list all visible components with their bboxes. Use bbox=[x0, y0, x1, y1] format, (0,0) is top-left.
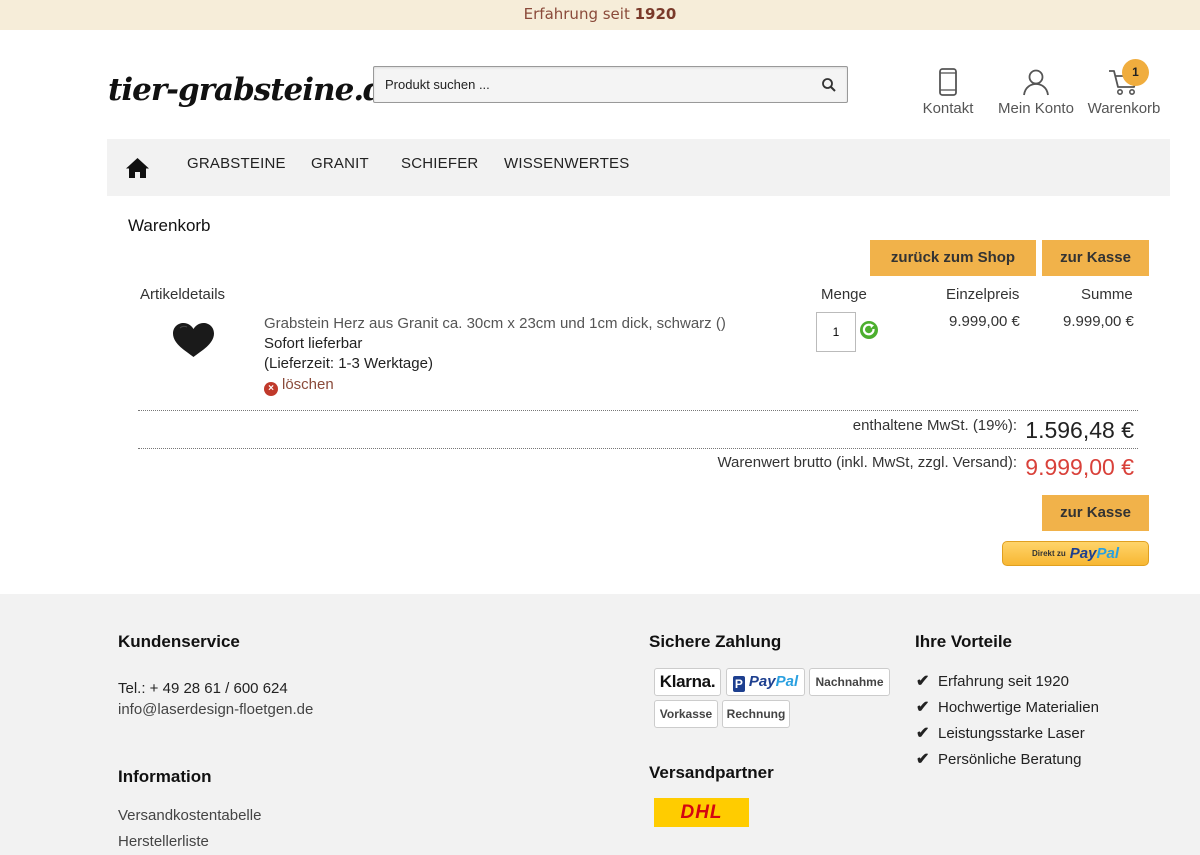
check-icon: ✔ bbox=[916, 751, 930, 768]
delete-item-link[interactable]: × löschen bbox=[264, 376, 334, 396]
paypal-prefix: Direkt zu bbox=[1031, 549, 1066, 558]
benefit-text: Persönliche Beratung bbox=[938, 751, 1082, 768]
paypal-express-button[interactable]: Direkt zu PayPal bbox=[1002, 541, 1149, 566]
page-title: Warenkorb bbox=[128, 216, 211, 235]
line-sum: 9.999,00 € bbox=[1063, 313, 1134, 330]
prepayment-badge: Vorkasse bbox=[654, 700, 718, 728]
cash-on-delivery-badge: Nachnahme bbox=[809, 668, 890, 696]
contact-label: Kontakt bbox=[922, 100, 974, 117]
account-link[interactable]: Mein Konto bbox=[994, 68, 1078, 117]
totals-divider bbox=[138, 448, 1138, 449]
benefit-item: ✔ Hochwertige Materialien bbox=[916, 697, 1099, 717]
footer-heading-shipping: Versandpartner bbox=[649, 763, 774, 782]
column-header-sum: Summe bbox=[1081, 286, 1133, 303]
column-header-qty: Menge bbox=[821, 286, 867, 303]
paypal-badge: P PayPal bbox=[726, 668, 805, 696]
footer-heading-information: Information bbox=[118, 767, 212, 786]
home-icon[interactable] bbox=[125, 157, 150, 179]
search-icon[interactable] bbox=[821, 77, 837, 93]
column-header-details: Artikeldetails bbox=[140, 286, 226, 303]
vat-label: enthaltene MwSt. (19%): bbox=[852, 417, 1017, 434]
klarna-badge: Klarna. bbox=[654, 668, 721, 696]
topbar-text: Erfahrung seit bbox=[523, 5, 630, 23]
gross-total-label: Warenwert brutto (inkl. MwSt, zzgl. Vers… bbox=[717, 454, 1017, 471]
row-divider bbox=[138, 410, 1138, 411]
check-icon: ✔ bbox=[916, 699, 930, 716]
top-announcement-bar: Erfahrung seit 1920 bbox=[0, 0, 1200, 30]
footer-heading-service: Kundenservice bbox=[118, 632, 240, 651]
site-logo[interactable]: tier-grabsteine.de bbox=[108, 72, 404, 108]
delete-x-icon: × bbox=[264, 382, 278, 396]
nav-item-grabsteine[interactable]: GRABSTEINE bbox=[187, 155, 286, 172]
cart-label: Warenkorb bbox=[1087, 100, 1161, 117]
main-navigation: GRABSTEINE GRANIT SCHIEFER WISSENWERTES bbox=[107, 139, 1170, 196]
check-icon: ✔ bbox=[916, 725, 930, 742]
check-icon: ✔ bbox=[916, 673, 930, 690]
checkout-button-bottom[interactable]: zur Kasse bbox=[1042, 495, 1149, 531]
benefit-item: ✔ Persönliche Beratung bbox=[916, 749, 1081, 769]
paypal-brand-b: Pal bbox=[1096, 545, 1119, 562]
column-header-unit-price: Einzelpreis bbox=[946, 286, 1020, 303]
footer-heading-payment: Sichere Zahlung bbox=[649, 632, 782, 651]
unit-price: 9.999,00 € bbox=[949, 313, 1020, 330]
checkout-button-top[interactable]: zur Kasse bbox=[1042, 240, 1149, 276]
paypal-p-icon: P bbox=[732, 676, 745, 692]
delete-label: löschen bbox=[282, 376, 334, 393]
benefit-text: Erfahrung seit 1920 bbox=[938, 673, 1069, 690]
refresh-icon[interactable] bbox=[859, 320, 879, 340]
nav-item-schiefer[interactable]: SCHIEFER bbox=[401, 155, 478, 172]
footer-phone: Tel.: + 49 28 61 / 600 624 bbox=[118, 680, 288, 697]
product-name-link[interactable]: Grabstein Herz aus Granit ca. 30cm x 23c… bbox=[264, 315, 726, 332]
invoice-badge: Rechnung bbox=[722, 700, 790, 728]
benefit-text: Hochwertige Materialien bbox=[938, 699, 1099, 716]
benefit-item: ✔ Erfahrung seit 1920 bbox=[916, 671, 1069, 691]
footer-link-shipping-table[interactable]: Versandkostentabelle bbox=[118, 807, 261, 824]
cart-count-badge: 1 bbox=[1122, 59, 1149, 86]
topbar-year: 1920 bbox=[634, 5, 677, 23]
vat-value: 1.596,48 € bbox=[1025, 417, 1134, 443]
quantity-input[interactable] bbox=[816, 312, 856, 352]
benefit-text: Leistungsstarke Laser bbox=[938, 725, 1085, 742]
availability-text: Sofort lieferbar bbox=[264, 335, 363, 352]
footer-link-manufacturers[interactable]: Herstellerliste bbox=[118, 833, 209, 850]
paypal-brand-a: Pay bbox=[1069, 545, 1097, 562]
paypal-badge-b: Pal bbox=[775, 673, 799, 690]
phone-icon bbox=[939, 68, 957, 96]
back-to-shop-button[interactable]: zurück zum Shop bbox=[870, 240, 1036, 276]
user-icon bbox=[1023, 69, 1049, 96]
nav-item-wissenwertes[interactable]: WISSENWERTES bbox=[504, 155, 629, 172]
benefit-item: ✔ Leistungsstarke Laser bbox=[916, 723, 1085, 743]
footer-heading-benefits: Ihre Vorteile bbox=[915, 632, 1012, 651]
paypal-badge-a: Pay bbox=[748, 673, 776, 690]
footer-email-link[interactable]: info@laserdesign-floetgen.de bbox=[118, 701, 313, 718]
product-image-heart[interactable] bbox=[172, 322, 215, 358]
delivery-time-text: (Lieferzeit: 1-3 Werktage) bbox=[264, 355, 433, 372]
search-input[interactable] bbox=[374, 67, 814, 102]
contact-link[interactable]: Kontakt bbox=[918, 68, 978, 117]
account-label: Mein Konto bbox=[998, 100, 1074, 117]
nav-item-granit[interactable]: GRANIT bbox=[311, 155, 369, 172]
dhl-logo: DHL bbox=[654, 798, 749, 827]
gross-total-value: 9.999,00 € bbox=[1025, 454, 1134, 480]
search-box bbox=[373, 66, 848, 103]
